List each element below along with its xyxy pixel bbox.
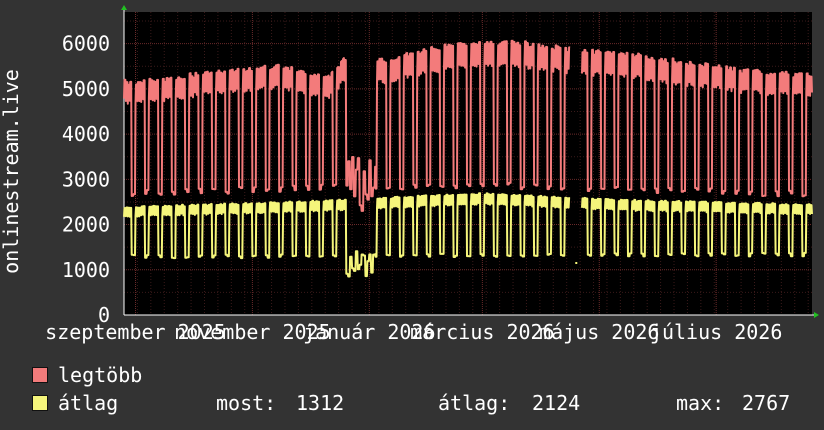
series-point-avg-gap bbox=[575, 261, 578, 264]
legend-label-max: legtöbb bbox=[58, 363, 143, 387]
legend-label-avg: átlag bbox=[58, 391, 119, 415]
y-tick-label: 4000 bbox=[62, 122, 110, 146]
y-tick-label: 3000 bbox=[62, 167, 110, 191]
legend-swatch-avg bbox=[32, 395, 48, 411]
x-tick-label: május 2026 bbox=[539, 320, 659, 344]
x-tick-label: július 2026 bbox=[650, 320, 782, 344]
y-axis-title: onlinestream.live bbox=[0, 69, 23, 274]
legend-swatch-max bbox=[32, 367, 48, 383]
stat-max-label: max: bbox=[676, 391, 725, 415]
x-tick-label: március 2026 bbox=[410, 320, 555, 344]
stat-now-value: 1312 bbox=[296, 391, 345, 415]
stat-avg-label: átlag: bbox=[438, 391, 511, 415]
stat-avg-value: 2124 bbox=[532, 391, 581, 415]
y-tick-label: 5000 bbox=[62, 77, 110, 101]
y-tick-label: 6000 bbox=[62, 32, 110, 56]
y-tick-label: 2000 bbox=[62, 213, 110, 237]
y-axis-arrow bbox=[121, 5, 127, 10]
stat-now-label: most: bbox=[216, 391, 277, 415]
x-axis-arrow bbox=[814, 312, 819, 318]
stat-max-value: 2767 bbox=[742, 391, 791, 415]
y-tick-label: 1000 bbox=[62, 258, 110, 282]
chart-container: 0 1000 2000 3000 4000 5000 6000 szeptember 2025… bbox=[0, 0, 824, 430]
